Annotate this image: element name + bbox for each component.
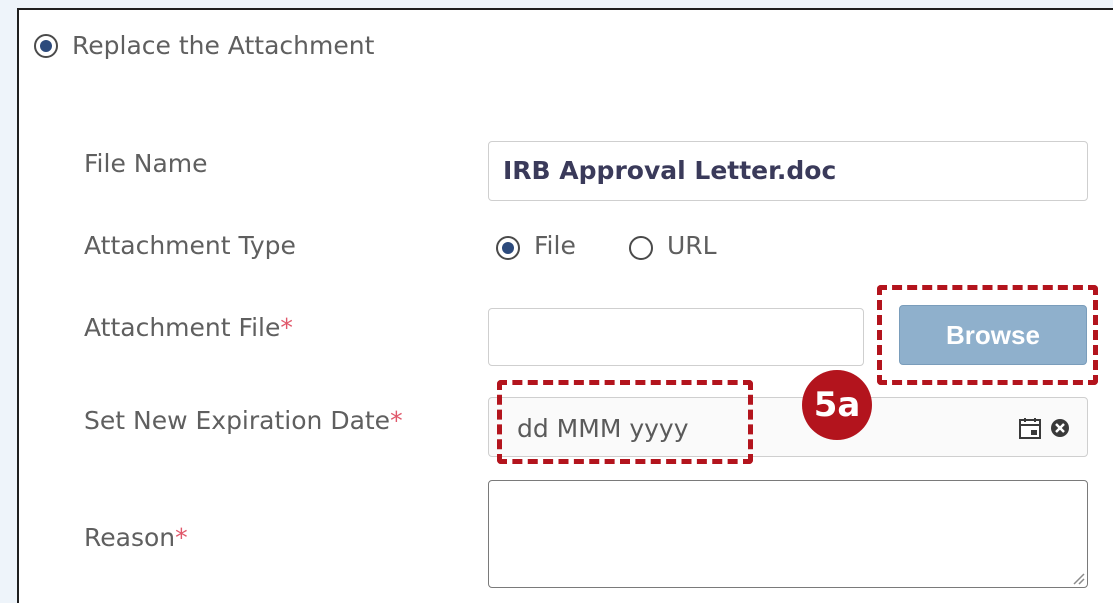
replace-attachment-radio[interactable] [34, 34, 58, 58]
reason-textarea[interactable] [488, 480, 1088, 588]
resize-handle-icon[interactable] [1071, 571, 1085, 585]
required-mark: * [390, 406, 403, 435]
reason-label-text: Reason [84, 523, 176, 552]
reason-label: Reason* [84, 523, 188, 553]
required-mark: * [175, 523, 188, 552]
type-url-radio[interactable] [629, 236, 653, 260]
attachment-file-input[interactable] [488, 308, 864, 366]
type-file-radio[interactable] [496, 236, 520, 260]
expiration-date-label: Set New Expiration Date* [84, 406, 403, 436]
attachment-form-panel: Replace the Attachment File Name IRB App… [17, 8, 1113, 603]
replace-attachment-label: Replace the Attachment [72, 31, 375, 60]
file-name-field[interactable]: IRB Approval Letter.doc [488, 141, 1088, 201]
type-url-label: URL [667, 231, 717, 260]
calendar-icon[interactable] [1018, 416, 1042, 440]
browse-callout-box [877, 285, 1098, 385]
required-mark: * [280, 313, 293, 342]
expiration-date-label-text: Set New Expiration Date [84, 406, 391, 435]
clear-icon[interactable] [1050, 418, 1070, 438]
file-name-label: File Name [84, 149, 208, 178]
attachment-file-label-text: Attachment File [84, 313, 281, 342]
type-file-label: File [534, 231, 576, 260]
expiration-callout-box [497, 380, 753, 464]
file-name-value: IRB Approval Letter.doc [503, 156, 837, 185]
attachment-file-label: Attachment File* [84, 313, 293, 343]
step-badge: 5a [802, 370, 872, 440]
attachment-type-label: Attachment Type [84, 231, 296, 260]
